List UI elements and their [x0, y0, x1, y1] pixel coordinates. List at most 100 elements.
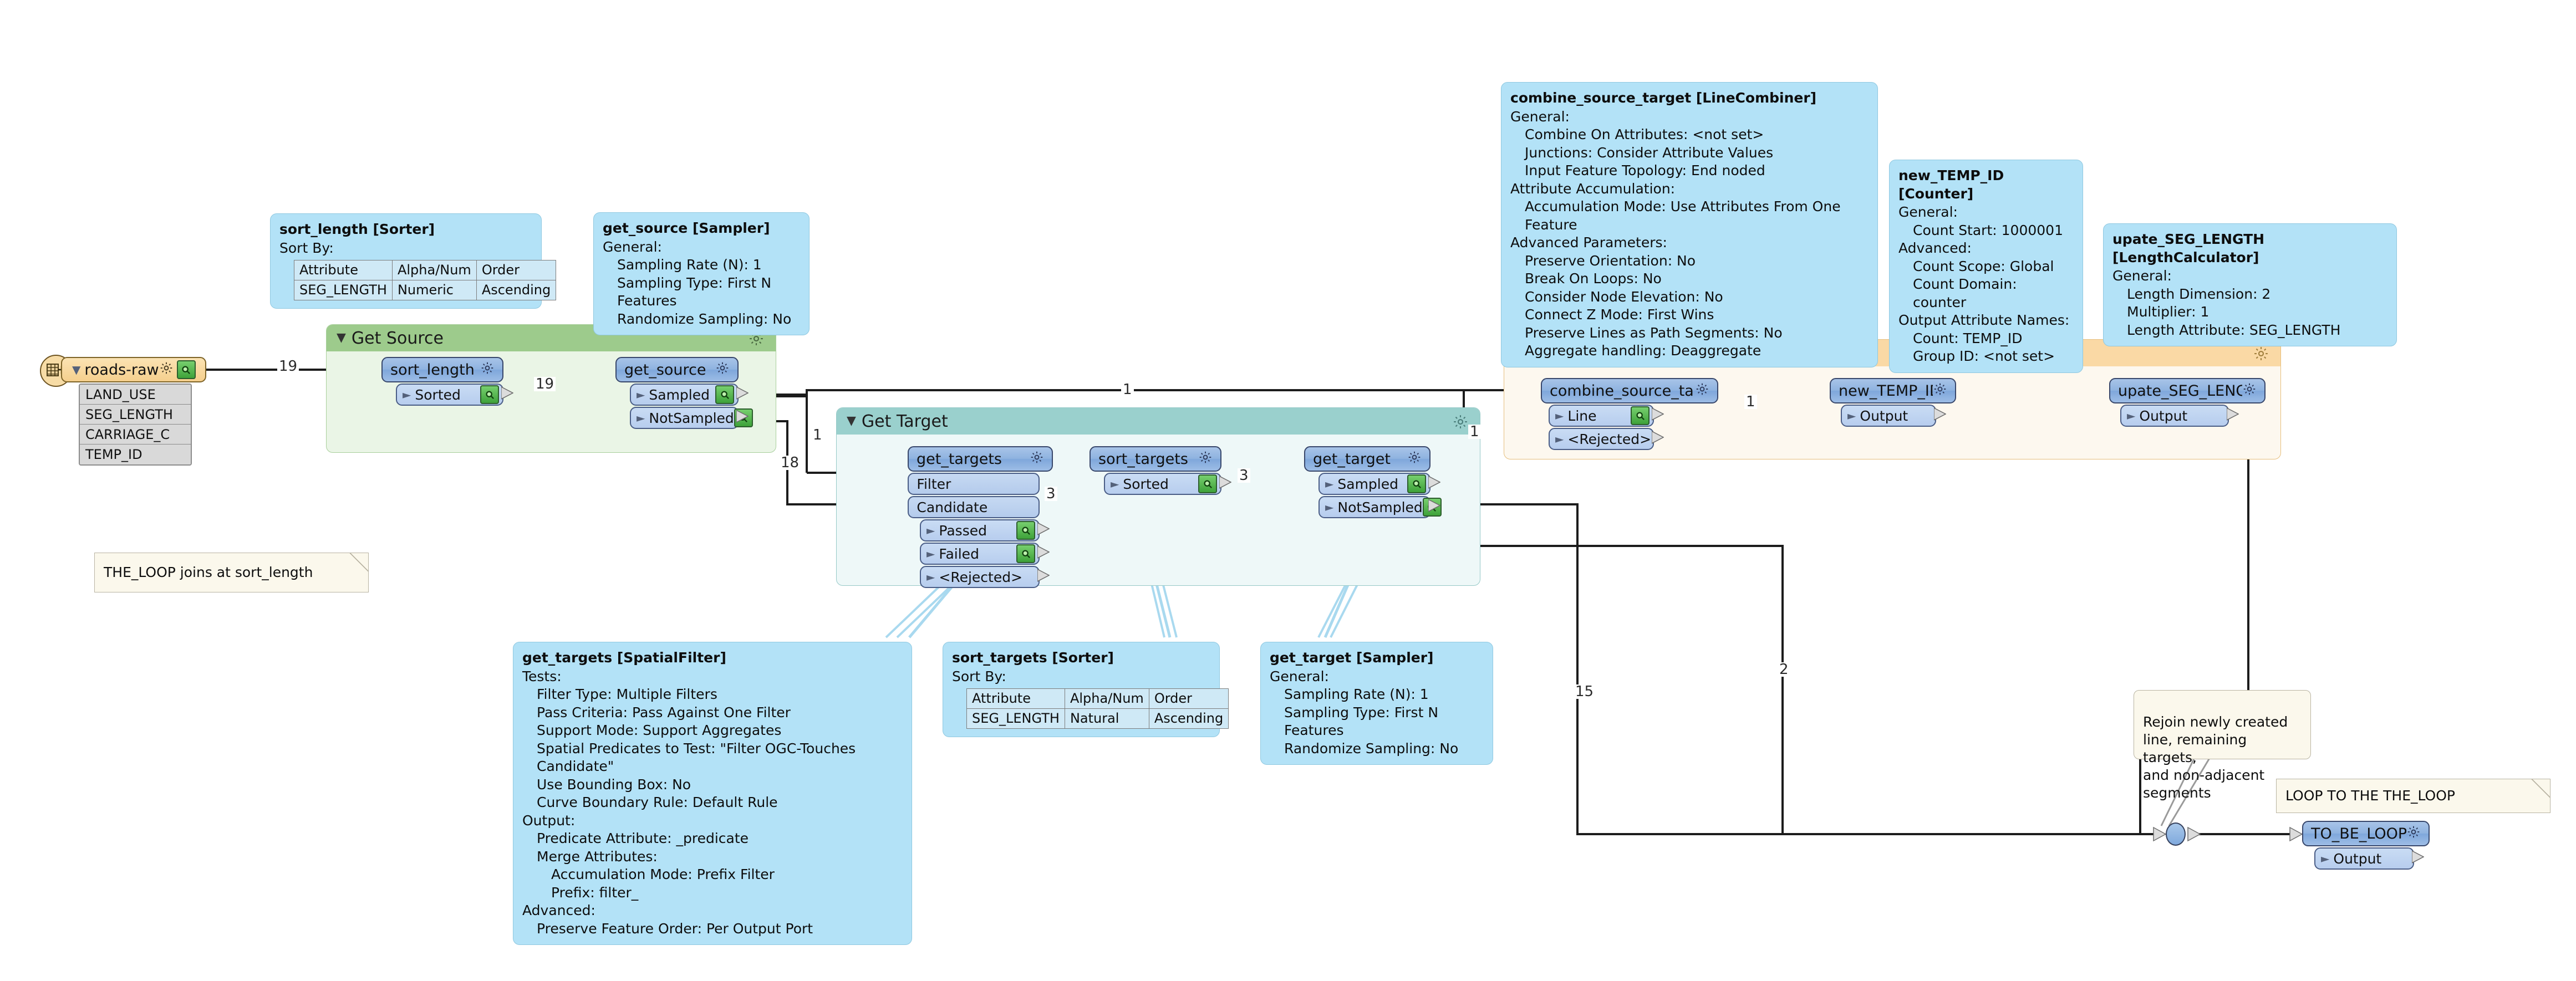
annotation-line: General: — [2112, 268, 2172, 284]
annotation-get-targets[interactable]: get_targets [SpatialFilter] Tests: Filte… — [513, 642, 912, 945]
annotation-upate-seg-length[interactable]: upate_SEG_LENGTH [LengthCalculator] Gene… — [2103, 223, 2397, 346]
annotation-parameter-table: Attribute Alpha/Num Order SEG_LENGTH Nat… — [966, 688, 1229, 729]
node-get-target[interactable]: get_target ► Sampled ► NotSampled — [1304, 446, 1442, 518]
port-sampled[interactable]: ► Sampled — [1318, 473, 1441, 495]
annotation-line: Prefix: filter_ — [551, 884, 639, 901]
node-combine-source-target[interactable]: combine_source_target ► Line ► <Reje — [1541, 378, 1718, 450]
gear-icon[interactable] — [1198, 450, 1213, 468]
annotation-line: Output: — [522, 812, 576, 829]
gear-icon[interactable] — [2242, 382, 2257, 400]
gear-icon[interactable] — [480, 361, 495, 379]
collapse-triangle-icon[interactable]: ▼ — [337, 332, 346, 344]
port-output[interactable]: ► Output — [2120, 405, 2239, 427]
port-notsampled[interactable]: ► NotSampled — [630, 407, 753, 429]
port-line[interactable]: ► Line — [1549, 405, 1664, 427]
gear-icon[interactable] — [159, 361, 174, 379]
port-output[interactable]: ► Output — [1841, 405, 1947, 427]
note-rejoin[interactable]: Rejoin newly created line, remaining tar… — [2134, 690, 2311, 801]
node-header[interactable]: sort_targets — [1090, 446, 1221, 472]
port-passed[interactable]: ► Passed — [920, 519, 1050, 541]
collapse-triangle-icon[interactable]: ▼ — [72, 364, 80, 375]
port-connector[interactable] — [2226, 407, 2239, 424]
gear-icon[interactable] — [2253, 345, 2269, 366]
port-failed[interactable]: ► Failed — [920, 543, 1050, 565]
node-header[interactable]: sort_length — [381, 357, 503, 382]
inspect-magnifier-icon[interactable] — [1016, 521, 1035, 540]
inspect-magnifier-icon[interactable] — [1631, 406, 1650, 425]
port-triangle-icon: ► — [1847, 409, 1856, 422]
link-count-label: 18 — [779, 456, 801, 470]
node-header[interactable]: new_TEMP_ID — [1830, 378, 1956, 403]
node-sort-length[interactable]: sort_length ► Sorted — [381, 357, 514, 406]
annotation-line: Count Scope: Global — [1913, 258, 2054, 274]
port-connector[interactable] — [1037, 568, 1050, 585]
port-connector[interactable] — [1219, 475, 1232, 492]
attribute-item: TEMP_ID — [80, 444, 191, 464]
note-loop-to-the-loop[interactable]: LOOP TO THE THE_LOOP — [2276, 779, 2550, 813]
node-upate-seg-length[interactable]: upate_SEG_LENGTH ► Output — [2109, 378, 2266, 427]
node-header[interactable]: combine_source_target — [1541, 378, 1718, 403]
node-header[interactable]: TO_BE_LOOPED — [2302, 821, 2430, 846]
port-connector[interactable] — [2411, 850, 2425, 867]
port-sorted[interactable]: ► Sorted — [1104, 473, 1232, 495]
node-to-be-looped[interactable]: TO_BE_LOOPED ► Output — [2302, 821, 2430, 870]
port-output[interactable]: ► Output — [2314, 847, 2425, 870]
port-sorted[interactable]: ► Sorted — [396, 384, 514, 406]
gear-icon[interactable] — [1933, 382, 1947, 400]
port-filter[interactable]: ► Filter — [908, 473, 1040, 495]
gear-icon[interactable] — [715, 361, 730, 379]
annotation-line: Randomize Sampling: No — [617, 310, 792, 327]
port-rejected[interactable]: ► <Rejected> — [920, 566, 1050, 588]
inspect-magnifier-icon[interactable] — [1407, 474, 1426, 493]
collapse-triangle-icon[interactable]: ▼ — [847, 415, 856, 427]
inspect-magnifier-icon[interactable] — [176, 360, 196, 379]
gear-icon[interactable] — [1407, 450, 1422, 468]
annotation-get-source[interactable]: get_source [Sampler] General: Sampling R… — [593, 212, 810, 335]
annotation-new-temp-id[interactable]: new_TEMP_ID [Counter] General: Count Sta… — [1889, 160, 2083, 373]
gear-icon[interactable] — [1695, 382, 1709, 400]
port-triangle-icon: ► — [1325, 477, 1334, 491]
node-get-source[interactable]: get_source ► Sampled ► NotSampled — [615, 357, 753, 429]
gear-icon[interactable] — [2406, 825, 2421, 843]
port-connector[interactable] — [736, 386, 749, 403]
annotation-combine-source-target[interactable]: combine_source_target [LineCombiner] Gen… — [1501, 82, 1878, 367]
port-connector[interactable] — [1651, 430, 1664, 447]
gear-icon[interactable] — [1030, 450, 1044, 468]
reader-roads-raw[interactable]: ▼ roads-raw LAND_USE SEG_LENGTH CARRIAGE… — [40, 355, 206, 477]
node-header[interactable]: get_target — [1304, 446, 1430, 472]
node-new-temp-id[interactable]: new_TEMP_ID ► Output — [1830, 378, 1956, 427]
junction-node[interactable] — [2166, 822, 2186, 846]
node-sort-targets[interactable]: sort_targets ► Sorted — [1090, 446, 1232, 495]
inspect-magnifier-icon[interactable] — [480, 385, 499, 404]
inspect-magnifier-icon[interactable] — [1198, 474, 1217, 493]
inspect-magnifier-icon[interactable] — [715, 385, 734, 404]
port-candidate[interactable]: ► Candidate — [908, 496, 1040, 518]
node-header[interactable]: get_source — [615, 357, 739, 382]
port-connector[interactable] — [1037, 522, 1050, 539]
port-connector[interactable] — [501, 386, 514, 403]
port-connector[interactable] — [1428, 498, 1441, 515]
annotation-line: Pass Criteria: Pass Against One Filter — [537, 704, 791, 721]
port-notsampled[interactable]: ► NotSampled — [1318, 496, 1442, 518]
annotation-get-target[interactable]: get_target [Sampler] General: Sampling R… — [1260, 642, 1493, 765]
note-the-loop[interactable]: THE_LOOP joins at sort_length — [94, 553, 369, 592]
port-connector[interactable] — [736, 409, 749, 426]
node-header[interactable]: upate_SEG_LENGTH — [2109, 378, 2266, 403]
annotation-sort-length[interactable]: sort_length [Sorter] Sort By: Attribute … — [270, 213, 557, 309]
reader-header[interactable]: ▼ roads-raw — [61, 357, 206, 382]
port-connector[interactable] — [1037, 545, 1050, 562]
bookmark-get-target-header[interactable]: ▼ Get Target — [837, 408, 1480, 435]
port-connector[interactable] — [1651, 407, 1664, 424]
node-get-targets[interactable]: get_targets ► Filter ► Candidate ► Passe… — [908, 446, 1053, 588]
gear-icon[interactable] — [1452, 413, 1469, 435]
annotation-line: Curve Boundary Rule: Default Rule — [537, 794, 778, 810]
port-rejected[interactable]: ► <Rejected> — [1549, 428, 1664, 450]
annotation-parameter-table: Attribute Alpha/Num Order SEG_LENGTH Num… — [294, 259, 557, 301]
annotation-line: Preserve Orientation: No — [1525, 252, 1696, 269]
port-connector[interactable] — [1933, 407, 1947, 424]
node-header[interactable]: get_targets — [908, 446, 1053, 472]
inspect-magnifier-icon[interactable] — [1016, 544, 1035, 563]
port-connector[interactable] — [1428, 475, 1441, 492]
annotation-sort-targets[interactable]: sort_targets [Sorter] Sort By: Attribute… — [943, 642, 1229, 738]
port-sampled[interactable]: ► Sampled — [630, 384, 749, 406]
